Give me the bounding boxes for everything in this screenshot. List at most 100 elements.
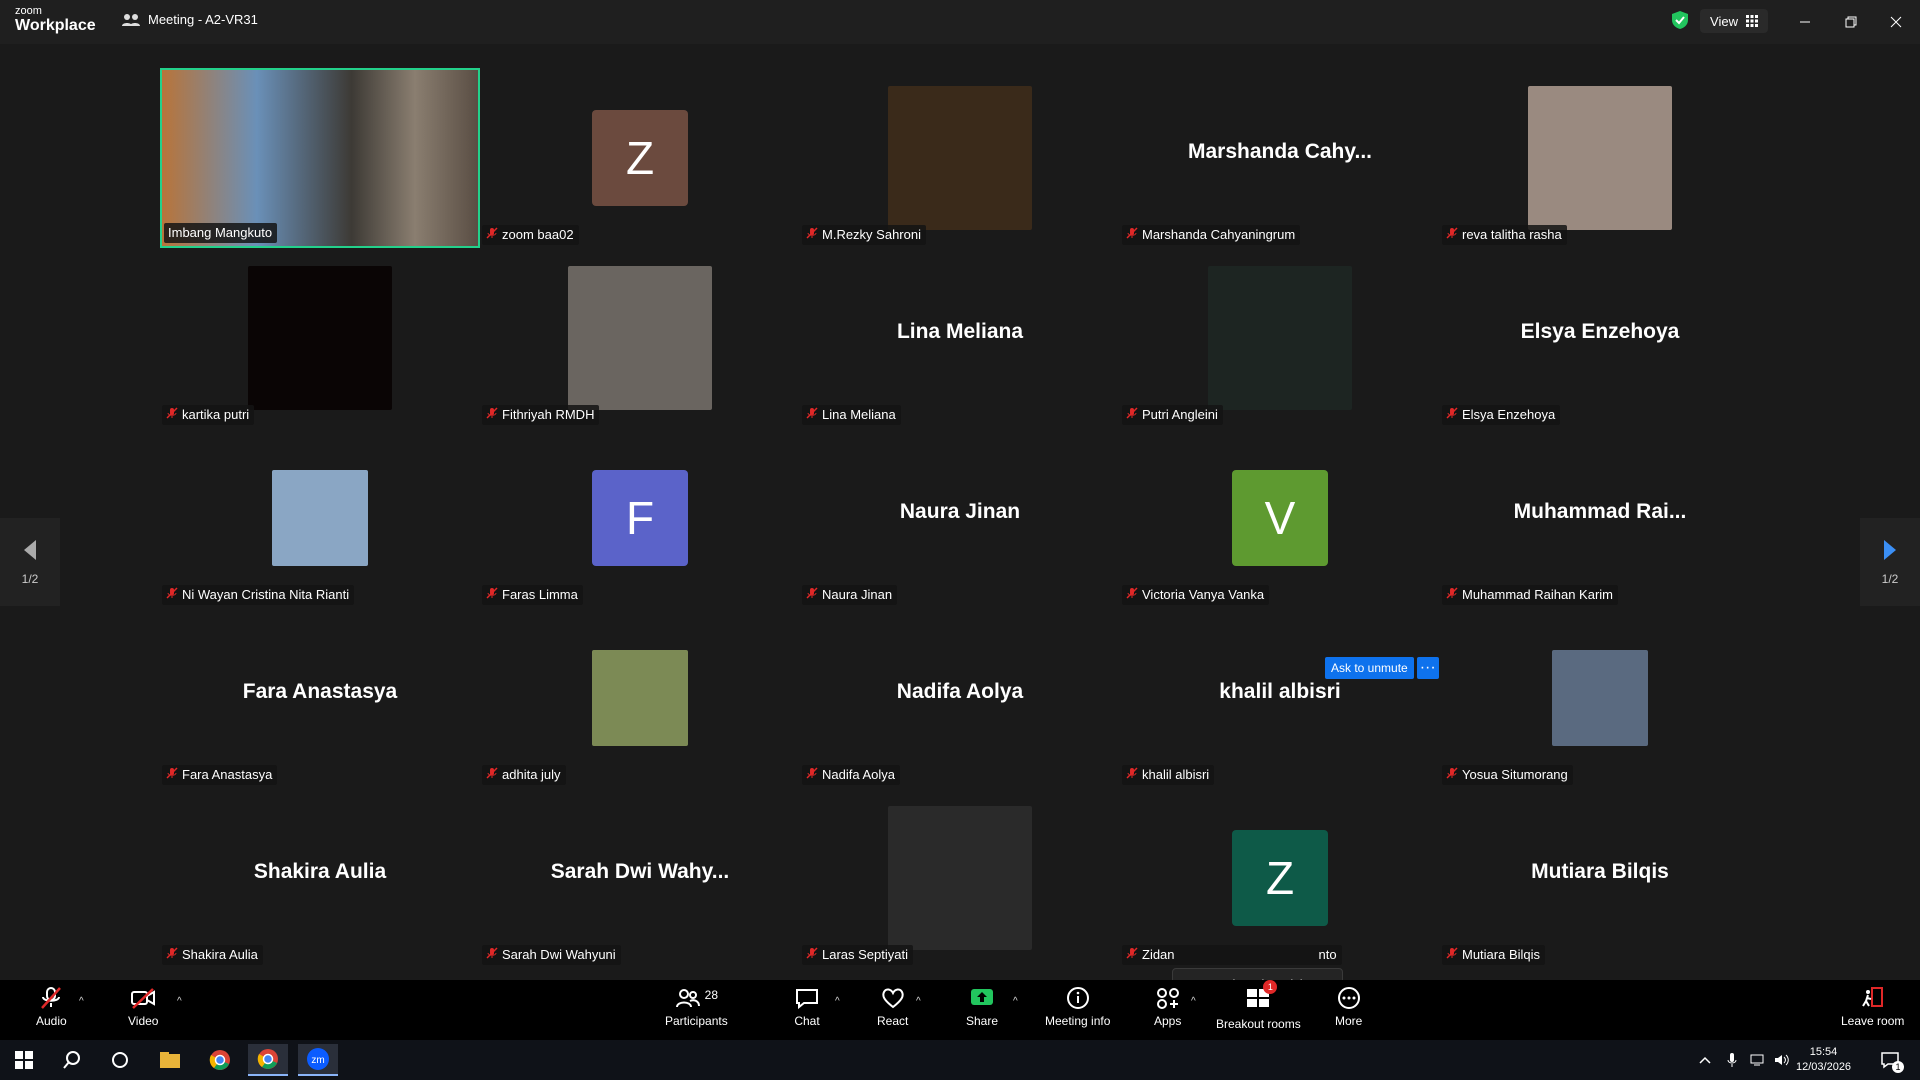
audio-button[interactable]: Audio [36, 986, 67, 1028]
participant-display-name: Mutiara Bilqis [1531, 860, 1669, 883]
participant-name-label: Fara Anastasya [162, 765, 278, 785]
participants-count: 28 [704, 988, 719, 1002]
tray-mic-icon[interactable] [1720, 1044, 1744, 1076]
participant-tile[interactable]: Lina Meliana Lina Meliana [800, 248, 1120, 428]
participant-tile[interactable]: Imbang Mangkuto [160, 68, 480, 248]
react-button[interactable]: React [877, 986, 908, 1028]
taskbar-clock[interactable]: 15:54 12/03/2026 [1796, 1045, 1851, 1075]
participant-tile[interactable]: Putri Angleini [1120, 248, 1440, 428]
participant-name: Laras Septiyati [822, 947, 908, 962]
participant-tile[interactable]: Fithriyah RMDH [480, 248, 800, 428]
chrome-active-icon[interactable] [248, 1044, 288, 1076]
participant-name: Faras Limma [502, 587, 578, 602]
meeting-info-button[interactable]: Meeting info [1045, 986, 1110, 1028]
participants-button[interactable]: 28 Participants [665, 986, 728, 1028]
participant-tile[interactable]: Yosua Situmorang [1440, 608, 1760, 788]
participant-tile[interactable]: Naura Jinan Naura Jinan [800, 428, 1120, 608]
heart-icon [881, 988, 904, 1009]
audio-options-caret-icon[interactable]: ^ [79, 996, 84, 1007]
view-button[interactable]: View [1700, 9, 1768, 33]
participant-tile[interactable]: Laras Septiyati [800, 788, 1120, 968]
mic-muted-icon [486, 407, 498, 422]
participant-tile[interactable]: Zzoom baa02 [480, 68, 800, 248]
participant-name: Lina Meliana [822, 407, 896, 422]
security-shield-icon[interactable] [1670, 10, 1690, 30]
apps-button[interactable]: Apps [1154, 986, 1181, 1028]
leave-room-label: Leave room [1841, 1014, 1905, 1028]
participant-tile[interactable]: khalil albisri khalil albisri [1120, 608, 1440, 788]
mic-muted-icon [486, 947, 498, 962]
mic-muted-icon [1126, 227, 1138, 242]
participant-name: M.Rezky Sahroni [822, 227, 921, 242]
participant-tile[interactable]: adhita july [480, 608, 800, 788]
windows-start-icon[interactable] [4, 1044, 44, 1076]
tray-network-icon[interactable] [1746, 1044, 1770, 1076]
breakout-rooms-button[interactable]: 1 Breakout rooms [1216, 980, 1301, 1031]
participant-name-label: Nadifa Aolya [802, 765, 900, 785]
participant-name: Muhammad Raihan Karim [1462, 587, 1614, 602]
file-explorer-icon[interactable] [150, 1044, 190, 1076]
tray-volume-icon[interactable] [1770, 1044, 1794, 1076]
participant-name-label: adhita july [482, 765, 566, 785]
participant-name: Fithriyah RMDH [502, 407, 595, 422]
participant-tile[interactable]: Muhammad Rai... Muhammad Raihan Karim [1440, 428, 1760, 608]
meeting-title: Meeting - A2-VR31 [122, 12, 258, 27]
chat-icon [796, 989, 818, 1010]
participant-tile[interactable]: Sarah Dwi Wahy... Sarah Dwi Wahyuni [480, 788, 800, 968]
task-view-icon[interactable] [100, 1044, 140, 1076]
search-icon[interactable] [52, 1044, 92, 1076]
zoom-app-icon[interactable]: zm [298, 1044, 338, 1076]
page-indicator-right: 1/2 [1881, 572, 1899, 586]
chat-button[interactable]: Chat [794, 986, 820, 1028]
more-button[interactable]: More [1335, 986, 1362, 1028]
share-options-caret-icon[interactable]: ^ [1013, 996, 1018, 1007]
participant-name: Imbang Mangkuto [168, 225, 273, 240]
tray-chevron-up-icon[interactable] [1693, 1044, 1717, 1076]
participant-video [162, 70, 478, 246]
meeting-info-label: Meeting info [1045, 1014, 1111, 1028]
mic-muted-icon [1446, 947, 1458, 962]
mic-muted-icon [806, 947, 818, 962]
participant-name: adhita july [502, 767, 561, 782]
participant-name-label: Lina Meliana [802, 405, 901, 425]
react-options-caret-icon[interactable]: ^ [916, 996, 921, 1007]
participant-tile[interactable]: Fara Anastasya Fara Anastasya [160, 608, 480, 788]
close-icon[interactable] [1882, 8, 1910, 36]
participant-tile[interactable]: Elsya Enzehoya Elsya Enzehoya [1440, 248, 1760, 428]
participant-name-label: Elsya Enzehoya [1442, 405, 1561, 425]
participant-tile[interactable]: Ni Wayan Cristina Nita Rianti [160, 428, 480, 608]
share-button[interactable]: Share [966, 986, 998, 1028]
participant-name: kartika putri [182, 407, 250, 422]
participant-display-name: khalil albisri [1219, 680, 1341, 703]
minimize-icon[interactable] [1791, 8, 1819, 36]
chat-options-caret-icon[interactable]: ^ [835, 996, 840, 1007]
participant-name-label: Zidan nto [1122, 945, 1342, 965]
previous-page-button[interactable]: 1/2 [0, 518, 60, 606]
notifications-icon[interactable]: 1 [1872, 1044, 1908, 1076]
participant-tile[interactable]: V Victoria Vanya Vanka [1120, 428, 1440, 608]
participant-display-name: Shakira Aulia [253, 860, 387, 883]
participant-tile[interactable]: Marshanda Cahy... Marshanda Cahyaningrum [1120, 68, 1440, 248]
participant-name-label: Faras Limma [482, 585, 583, 605]
participant-name-label: Marshanda Cahyaningrum [1122, 225, 1301, 245]
restore-icon[interactable] [1837, 8, 1865, 36]
participant-tile[interactable]: reva talitha rasha [1440, 68, 1760, 248]
participant-tile[interactable]: Mutiara Bilqis Mutiara Bilqis [1440, 788, 1760, 968]
participant-more-button[interactable]: ··· [1416, 657, 1439, 679]
participant-tile[interactable]: Nadifa Aolya Nadifa Aolya [800, 608, 1120, 788]
participant-tile[interactable]: Shakira Aulia Shakira Aulia [160, 788, 480, 968]
participant-tile[interactable]: Z Zidan nto [1120, 788, 1440, 968]
participant-name-label: kartika putri [162, 405, 255, 425]
ask-to-unmute-button[interactable]: Ask to unmute [1325, 657, 1414, 679]
participant-tile[interactable]: F Faras Limma [480, 428, 800, 608]
apps-options-caret-icon[interactable]: ^ [1191, 996, 1196, 1007]
video-options-caret-icon[interactable]: ^ [177, 996, 182, 1007]
participant-name-label: zoom baa02 [482, 225, 579, 245]
video-button[interactable]: Video [128, 986, 158, 1028]
meeting-title-text: Meeting - A2-VR31 [148, 12, 258, 27]
participant-tile[interactable]: kartika putri [160, 248, 480, 428]
next-page-button[interactable]: 1/2 [1860, 518, 1920, 606]
chrome-icon[interactable] [200, 1044, 240, 1076]
leave-room-button[interactable]: Leave room [1841, 986, 1904, 1028]
participant-tile[interactable]: M.Rezky Sahroni [800, 68, 1120, 248]
